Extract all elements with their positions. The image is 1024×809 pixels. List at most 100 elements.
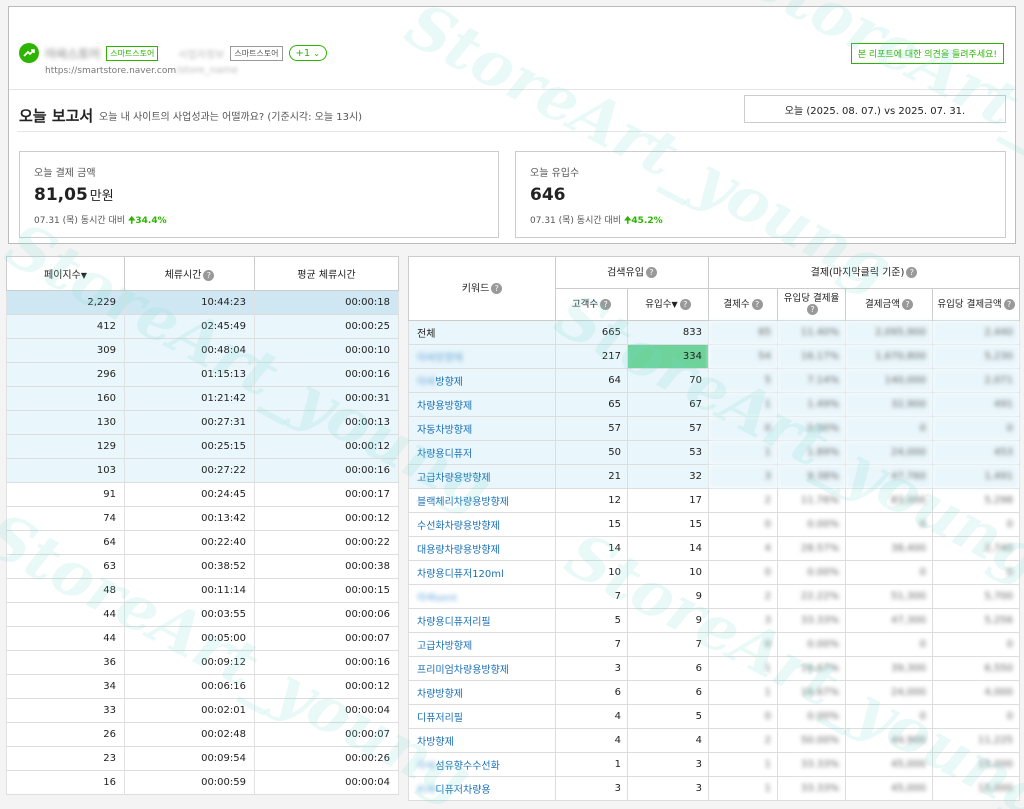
help-icon[interactable]: ? xyxy=(901,298,913,310)
keyword-row[interactable]: 디퓨저리필 4 5 0 0.00% 0 0 xyxy=(408,704,1021,729)
cell-dwell-time: 00:27:31 xyxy=(124,410,255,435)
keyword-row[interactable]: 아싸방향제 64 70 5 7.14% 140,000 2,071 xyxy=(408,368,1021,393)
help-icon[interactable]: ? xyxy=(203,269,215,281)
header-conversion-rate[interactable]: 유입당 결제율? xyxy=(777,288,846,321)
second-store-name[interactable]: 사업자정보 xyxy=(178,46,224,61)
help-icon[interactable]: ? xyxy=(1003,298,1015,310)
table-row[interactable]: 48 00:11:14 00:00:15 xyxy=(6,578,399,603)
keyword-link[interactable]: 수선화차량용방향제 xyxy=(408,512,556,537)
kpi-label: 오늘 결제 금액 xyxy=(34,168,96,179)
keyword-link[interactable]: 아싸방향제 xyxy=(408,344,556,369)
keyword-link[interactable]: 대용량차량용방향제 xyxy=(408,536,556,561)
sort-header-inflow[interactable]: 유입수▼? xyxy=(627,288,709,321)
cell-inflow: 3 xyxy=(627,752,709,777)
help-icon[interactable]: ? xyxy=(906,266,918,278)
more-stores-button[interactable]: +1 ⌄ xyxy=(288,45,327,61)
table-row[interactable]: 44 00:05:00 00:00:07 xyxy=(6,626,399,651)
keyword-link[interactable]: 아싸디퓨저차량용 xyxy=(408,776,556,801)
feedback-button[interactable]: 본 리포트에 대한 의견을 들려주세요! xyxy=(850,43,1004,64)
help-icon[interactable]: ? xyxy=(679,298,691,310)
keyword-row[interactable]: 차량용디퓨저리필 5 9 3 33.33% 47,300 5,256 xyxy=(408,608,1021,633)
keyword-link[interactable]: 아싸sent xyxy=(408,584,556,609)
header-payment: 결제(마지막클릭 기준)? xyxy=(707,256,1021,289)
table-row[interactable]: 309 00:48:04 00:00:10 xyxy=(6,338,399,363)
keyword-row[interactable]: 블랙체리차량용방향제 12 17 2 11.76% 83,000 5,298 xyxy=(408,488,1021,513)
keyword-row[interactable]: 대용량차량용방향제 14 14 4 28.57% 38,400 2,740 xyxy=(408,536,1021,561)
header-dwell-time[interactable]: 체류시간? xyxy=(124,256,255,291)
keyword-row[interactable]: 차방향제 4 4 2 50.00% 44,900 11,225 xyxy=(408,728,1021,753)
table-row[interactable]: 64 00:22:40 00:00:22 xyxy=(6,530,399,555)
keyword-row[interactable]: 프리미엄차량용방향제 3 6 1 16.67% 39,300 6,550 xyxy=(408,656,1021,681)
keyword-link[interactable]: 차량용디퓨저 xyxy=(408,440,556,465)
cell-pages: 33 xyxy=(6,698,125,723)
table-row[interactable]: 91 00:24:45 00:00:17 xyxy=(6,482,399,507)
keyword-link[interactable]: 아싸섬유향수수선화 xyxy=(408,752,556,777)
table-row[interactable]: 296 01:15:13 00:00:16 xyxy=(6,362,399,387)
keyword-link[interactable]: 차량용디퓨저리필 xyxy=(408,608,556,633)
table-row[interactable]: 129 00:25:15 00:00:12 xyxy=(6,434,399,459)
cell-customers: 6 xyxy=(555,680,628,705)
keyword-row[interactable]: 아싸sent 7 9 2 22.22% 51,300 5,700 xyxy=(408,584,1021,609)
keyword-link[interactable]: 디퓨저리필 xyxy=(408,704,556,729)
help-icon[interactable]: ? xyxy=(645,266,657,278)
keyword-row[interactable]: 고급차방향제 7 7 0 0.00% 0 0 xyxy=(408,632,1021,657)
table-row[interactable]: 16 00:00:59 00:00:04 xyxy=(6,770,399,795)
cell-payments: 0 xyxy=(708,704,778,729)
page-subtitle: 오늘 내 사이트의 사업성과는 어떨까요? (기준시각: 오늘 13시) xyxy=(99,112,363,123)
table-row[interactable]: 2,229 10:44:23 00:00:18 xyxy=(6,290,399,315)
header-payment-amount[interactable]: 결제금액? xyxy=(845,288,933,321)
cell-dwell-time: 10:44:23 xyxy=(124,290,255,315)
keyword-row[interactable]: 차량용디퓨저120ml 10 10 0 0.00% 0 0 xyxy=(408,560,1021,585)
keyword-link[interactable]: 프리미엄차량용방향제 xyxy=(408,656,556,681)
keyword-link[interactable]: 차방향제 xyxy=(408,728,556,753)
keyword-row[interactable]: 아싸방향제 217 334 54 16.17% 1,670,800 5,230 xyxy=(408,344,1021,369)
header-amount-per-inflow[interactable]: 유입당 결제금액? xyxy=(931,288,1021,321)
table-row[interactable]: 130 00:27:31 00:00:13 xyxy=(6,410,399,435)
keyword-link[interactable]: 블랙체리차량용방향제 xyxy=(408,488,556,513)
cell-customers: 665 xyxy=(555,320,628,345)
keyword-link[interactable]: 고급차방향제 xyxy=(408,632,556,657)
keyword-link[interactable]: 자동차방향제 xyxy=(408,416,556,441)
keyword-row[interactable]: 아싸섬유향수수선화 1 3 1 33.33% 45,000 15,000 xyxy=(408,752,1021,777)
keyword-link[interactable]: 아싸방향제 xyxy=(408,368,556,393)
header-payments[interactable]: 결제수? xyxy=(708,288,778,321)
keyword-row[interactable]: 자동차방향제 57 57 0 0.00% 0 0 xyxy=(408,416,1021,441)
keyword-row[interactable]: 차량방향제 6 6 1 16.67% 24,000 4,000 xyxy=(408,680,1021,705)
table-row[interactable]: 26 00:02:48 00:00:07 xyxy=(6,722,399,747)
table-row[interactable]: 412 02:45:49 00:00:25 xyxy=(6,314,399,339)
table-row[interactable]: 34 00:06:16 00:00:12 xyxy=(6,674,399,699)
help-icon[interactable]: ? xyxy=(807,304,818,315)
keyword-row[interactable]: 차량용디퓨저 50 53 1 1.89% 24,000 453 xyxy=(408,440,1021,465)
sort-header-pages[interactable]: 페이지수▼ xyxy=(6,256,125,291)
help-icon[interactable]: ? xyxy=(491,282,503,294)
cell-dwell-time: 00:48:04 xyxy=(124,338,255,363)
keyword-link[interactable]: 고급차량용방향제 xyxy=(408,464,556,489)
help-icon[interactable]: ? xyxy=(751,298,763,310)
cell-amount-per-inflow: 5,700 xyxy=(931,584,1021,609)
table-row[interactable]: 74 00:13:42 00:00:12 xyxy=(6,506,399,531)
keyword-row[interactable]: 고급차량용방향제 21 32 3 9.38% 47,760 1,491 xyxy=(408,464,1021,489)
header-avg-dwell-time[interactable]: 평균 체류시간 xyxy=(254,256,399,291)
table-row[interactable]: 103 00:27:22 00:00:16 xyxy=(6,458,399,483)
help-icon[interactable]: ? xyxy=(600,298,612,310)
keyword-link[interactable]: 차량방향제 xyxy=(408,680,556,705)
keyword-row[interactable]: 수선화차량용방향제 15 15 0 0.00% 0 0 xyxy=(408,512,1021,537)
header-customers[interactable]: 고객수? xyxy=(555,288,628,321)
keyword-link[interactable]: 차량용디퓨저120ml xyxy=(408,560,556,585)
keyword-row[interactable]: 차량용방향제 65 67 1 1.49% 32,900 491 xyxy=(408,392,1021,417)
cell-avg-dwell-time: 00:00:04 xyxy=(254,770,399,795)
store-url[interactable]: https://smartstore.naver.com/store_name xyxy=(45,65,238,76)
cell-customers: 5 xyxy=(555,608,628,633)
total-row[interactable]: 전체 665 833 85 11.40% 2,095,900 2,440 xyxy=(408,320,1021,345)
table-row[interactable]: 160 01:21:42 00:00:31 xyxy=(6,386,399,411)
table-row[interactable]: 33 00:02:01 00:00:04 xyxy=(6,698,399,723)
store-name[interactable]: 아싸스토어 xyxy=(45,45,100,62)
keyword-link[interactable]: 차량용방향제 xyxy=(408,392,556,417)
table-row[interactable]: 36 00:09:12 00:00:16 xyxy=(6,650,399,675)
table-row[interactable]: 23 00:09:54 00:00:26 xyxy=(6,746,399,771)
table-row[interactable]: 63 00:38:52 00:00:38 xyxy=(6,554,399,579)
cell-payment-amount: 32,900 xyxy=(845,392,933,417)
keyword-row[interactable]: 아싸디퓨저차량용 3 3 1 33.33% 45,000 15,000 xyxy=(408,776,1021,801)
date-range-selector[interactable]: 오늘 (2025. 08. 07.) vs 2025. 07. 31. xyxy=(744,95,1006,123)
table-row[interactable]: 44 00:03:55 00:00:06 xyxy=(6,602,399,627)
